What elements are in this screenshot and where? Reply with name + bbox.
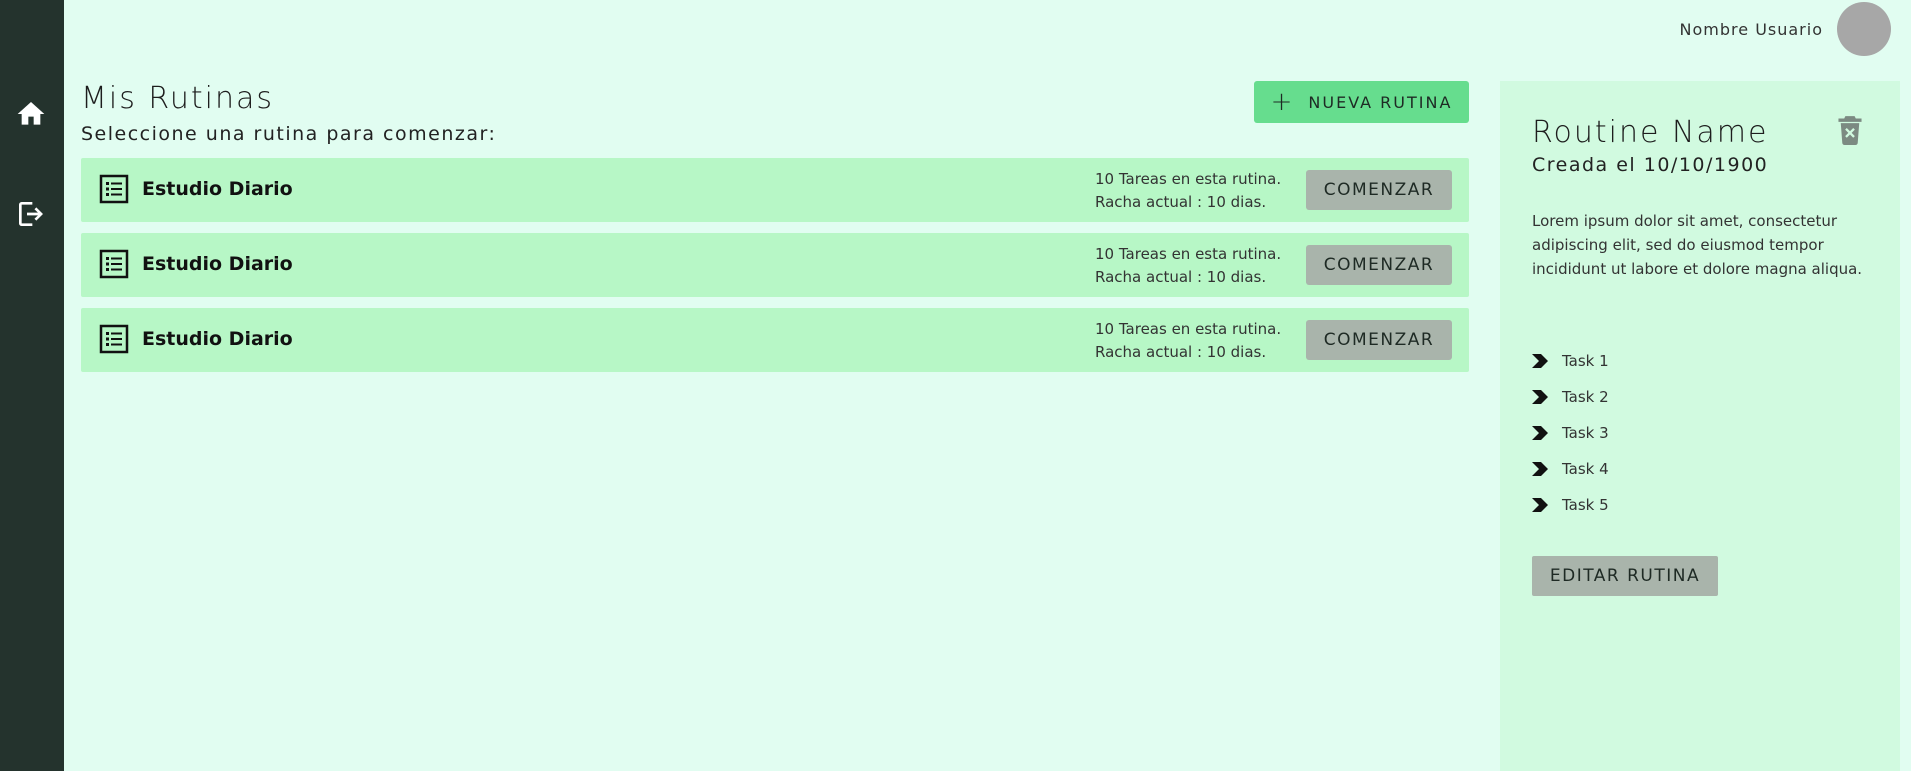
routine-list: Estudio Diario 10 Tareas en esta rutina.…: [81, 158, 1469, 383]
username-label: Nombre Usuario: [1679, 20, 1823, 39]
list-icon: [99, 249, 129, 279]
routine-tasks-count: 10 Tareas en esta rutina.: [1095, 245, 1282, 263]
new-routine-button[interactable]: + NUEVA RUTINA: [1254, 81, 1469, 123]
routine-detail-panel: Routine Name Creada el 10/10/1900 Lorem …: [1500, 81, 1900, 771]
new-routine-label: NUEVA RUTINA: [1308, 92, 1453, 112]
home-icon[interactable]: [13, 96, 49, 132]
task-label: Task 5: [1562, 496, 1609, 514]
task-label: Task 4: [1562, 460, 1609, 478]
task-item: Task 4: [1532, 451, 1609, 487]
plus-icon: +: [1270, 87, 1295, 117]
routine-row[interactable]: Estudio Diario 10 Tareas en esta rutina.…: [81, 233, 1469, 297]
task-label: Task 2: [1562, 388, 1609, 406]
chevron-right-icon: [1532, 462, 1548, 476]
task-label: Task 1: [1562, 352, 1609, 370]
routine-name: Estudio Diario: [142, 178, 293, 200]
detail-created-date: Creada el 10/10/1900: [1532, 154, 1769, 176]
avatar[interactable]: [1837, 2, 1891, 56]
detail-title: Routine Name: [1532, 115, 1769, 150]
page-title: Mis Rutinas: [81, 81, 275, 116]
start-routine-button[interactable]: COMENZAR: [1306, 320, 1452, 360]
task-item: Task 5: [1532, 487, 1609, 523]
chevron-right-icon: [1532, 390, 1548, 404]
chevron-right-icon: [1532, 498, 1548, 512]
routine-tasks-count: 10 Tareas en esta rutina.: [1095, 320, 1282, 338]
routine-streak: Racha actual : 10 dias.: [1095, 193, 1267, 211]
task-item: Task 1: [1532, 343, 1609, 379]
page-subtitle: Seleccione una rutina para comenzar:: [81, 123, 497, 145]
chevron-right-icon: [1532, 354, 1548, 368]
start-routine-button[interactable]: COMENZAR: [1306, 245, 1452, 285]
routine-tasks-count: 10 Tareas en esta rutina.: [1095, 170, 1282, 188]
edit-routine-button[interactable]: EDITAR RUTINA: [1532, 556, 1718, 596]
list-icon: [99, 324, 129, 354]
routine-streak: Racha actual : 10 dias.: [1095, 268, 1267, 286]
routine-name: Estudio Diario: [142, 328, 293, 350]
sidebar: [0, 0, 64, 771]
routine-info: 10 Tareas en esta rutina. Racha actual :…: [1095, 318, 1281, 364]
task-item: Task 3: [1532, 415, 1609, 451]
routine-row[interactable]: Estudio Diario 10 Tareas en esta rutina.…: [81, 158, 1469, 222]
routine-info: 10 Tareas en esta rutina. Racha actual :…: [1095, 168, 1281, 214]
start-routine-button[interactable]: COMENZAR: [1306, 170, 1452, 210]
routine-name: Estudio Diario: [142, 253, 293, 275]
detail-description: Lorem ipsum dolor sit amet, consectetur …: [1532, 212, 1863, 278]
logout-icon[interactable]: [13, 196, 49, 232]
chevron-right-icon: [1532, 426, 1548, 440]
delete-icon[interactable]: [1836, 115, 1864, 145]
routine-streak: Racha actual : 10 dias.: [1095, 343, 1267, 361]
routine-row[interactable]: Estudio Diario 10 Tareas en esta rutina.…: [81, 308, 1469, 372]
list-icon: [99, 174, 129, 204]
routine-info: 10 Tareas en esta rutina. Racha actual :…: [1095, 243, 1281, 289]
task-label: Task 3: [1562, 424, 1609, 442]
task-item: Task 2: [1532, 379, 1609, 415]
task-list: Task 1 Task 2 Task 3 Task 4 Task 5: [1532, 343, 1609, 523]
